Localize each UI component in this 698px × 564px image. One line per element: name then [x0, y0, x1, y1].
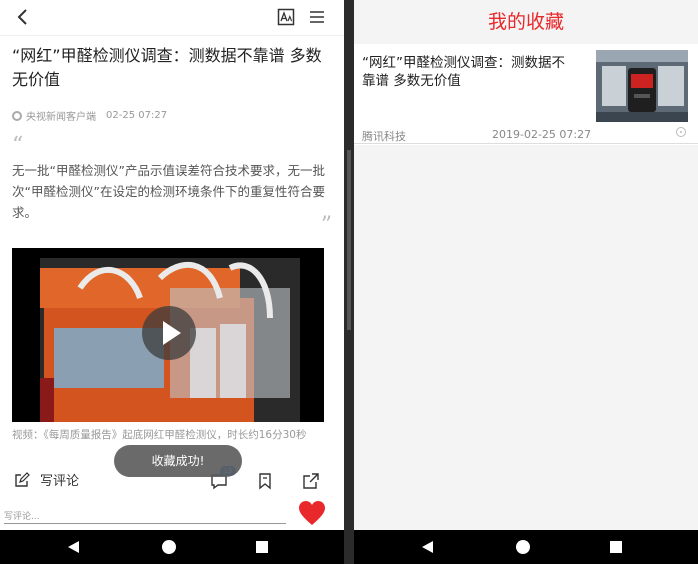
menu-icon[interactable] [308, 8, 326, 26]
nav-back-icon[interactable] [422, 541, 433, 553]
share-icon[interactable] [302, 472, 320, 490]
more-options-icon[interactable] [676, 127, 686, 137]
bookmark-icon[interactable] [256, 472, 274, 490]
toast-message: 收藏成功! [114, 445, 242, 477]
article-source: 央视新闻客户端 [26, 112, 96, 123]
quote-open-icon: “ [12, 133, 24, 158]
comment-input-row [4, 504, 286, 526]
favorite-item-thumbnail [596, 50, 688, 122]
nav-back-icon[interactable] [68, 541, 79, 553]
heart-icon[interactable] [298, 500, 326, 526]
write-comment-label: 写评论 [40, 474, 80, 489]
favorites-screen: 我的收藏 “网红”甲醛检测仪调查：测数据不靠谱 多数无价值 腾讯科技 2019-… [354, 0, 698, 564]
article-toolbar [0, 0, 344, 36]
comment-input[interactable] [4, 508, 286, 526]
nav-recent-apps-icon[interactable] [256, 541, 268, 553]
article-title: “网红”甲醛检测仪调查：测数据不靠谱 多数无价值 [12, 46, 322, 89]
article-meta: 央视新闻客户端 02-25 07:27 [12, 108, 167, 123]
nav-home-icon[interactable] [516, 540, 530, 554]
quote-close-icon: ” [320, 213, 332, 238]
favorite-item-source: 腾讯科技 [362, 130, 406, 143]
write-comment-button[interactable]: 写评论 [14, 470, 79, 489]
favorite-item-title: “网红”甲醛检测仪调查：测数据不靠谱 多数无价值 [362, 55, 565, 89]
article-screen: “网红”甲醛检测仪调查：测数据不靠谱 多数无价值 央视新闻客户端 02-25 0… [0, 0, 344, 564]
device-divider [344, 0, 354, 564]
favorites-title: 我的收藏 [354, 0, 698, 44]
video-player[interactable] [12, 248, 324, 422]
system-nav-bar [354, 530, 698, 564]
article-quote: 无一批“甲醛检测仪”产品示值误差符合技术要求，无一批次“甲醛检测仪”在设定的检测… [12, 163, 325, 220]
video-caption: 视频：《每周质量报告》起底网红甲醛检测仪，时长约16分30秒 [12, 429, 307, 441]
article-time: 02-25 07:27 [106, 110, 168, 121]
source-dot-icon [12, 110, 22, 121]
system-nav-bar [0, 530, 344, 564]
back-arrow-icon[interactable] [14, 8, 32, 26]
nav-home-icon[interactable] [162, 540, 176, 554]
edit-icon [15, 471, 30, 487]
favorite-list-item[interactable]: “网红”甲醛检测仪调查：测数据不靠谱 多数无价值 腾讯科技 2019-02-25… [354, 44, 698, 144]
favorites-empty-area [354, 145, 698, 530]
favorite-item-time: 2019-02-25 07:27 [492, 128, 592, 141]
font-size-icon[interactable] [277, 8, 295, 26]
nav-recent-apps-icon[interactable] [610, 541, 622, 553]
play-button[interactable] [142, 306, 196, 360]
